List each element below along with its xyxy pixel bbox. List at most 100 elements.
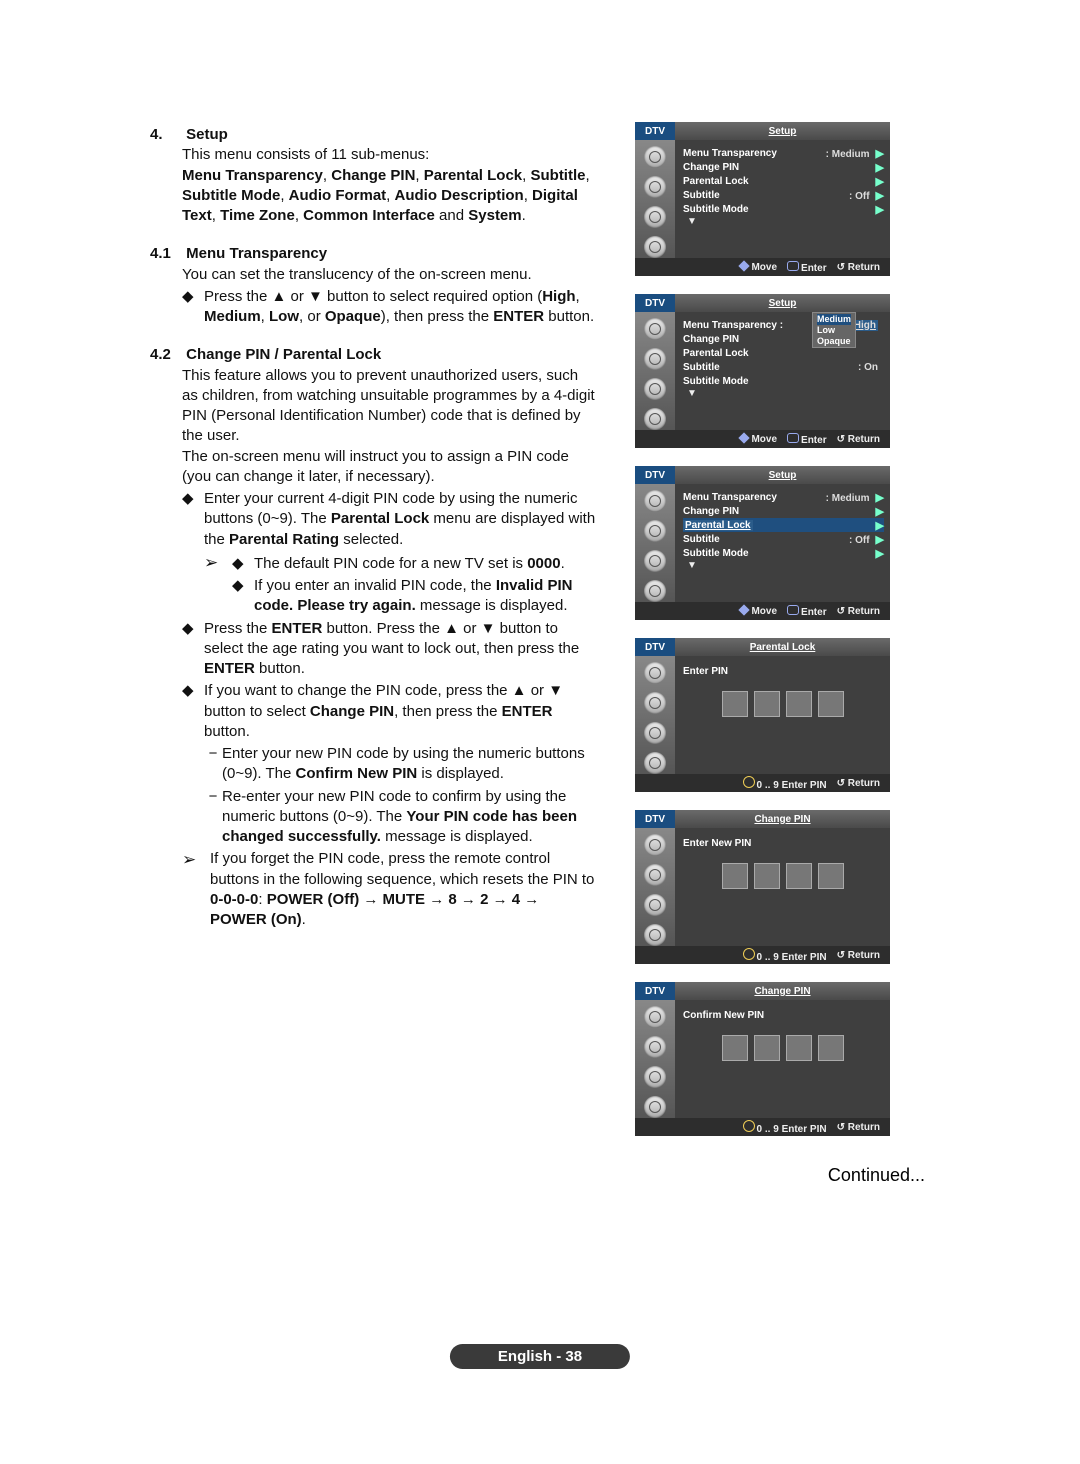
osd-setup-1: DTVSetup Menu Transparency: Medium▶ Chan… [635, 122, 890, 276]
pointer-icon: ➢ [182, 849, 210, 930]
sec4-intro: This menu consists of 11 sub-menus: [182, 146, 429, 163]
osd-icon [644, 550, 666, 572]
osd-icon [644, 894, 666, 916]
osd-icon [644, 834, 666, 856]
b: ENTER [502, 703, 553, 720]
enter-icon [787, 261, 799, 271]
osd-icon-col [635, 140, 675, 258]
move-icon [739, 604, 750, 615]
m4: Subtitle [530, 167, 585, 184]
osd-icon [644, 408, 666, 430]
dash-icon: − [204, 744, 222, 785]
b: ENTER [272, 620, 323, 637]
osd-icon [644, 490, 666, 512]
move-icon [739, 260, 750, 271]
h: 0 .. 9 [757, 952, 779, 963]
dash-icon: − [204, 787, 222, 848]
b: Change PIN [310, 703, 394, 720]
and: and [435, 207, 468, 224]
row-sm: Subtitle Mode [683, 204, 749, 215]
chevron-right-icon: ▶ [876, 492, 884, 504]
osd-icon [644, 1066, 666, 1088]
osd-icon [644, 722, 666, 744]
m5: Subtitle Mode [182, 187, 280, 204]
row-pl: Parental Lock [683, 520, 753, 531]
dd-medium: Medium [817, 314, 851, 325]
row-pl: Parental Lock [683, 176, 749, 187]
h: Return [848, 950, 880, 961]
pin-digit [786, 1035, 812, 1061]
continued-label: Continued... [828, 1165, 925, 1186]
t: Press the ▲ or ▼ button to select requir… [204, 288, 542, 305]
t: , then press the [394, 703, 502, 720]
m3: Parental Lock [424, 167, 522, 184]
m6: Audio Format [289, 187, 387, 204]
row-sub: Subtitle [683, 362, 720, 373]
pin-digit [722, 1035, 748, 1061]
b: ENTER [493, 308, 544, 325]
sec4-title: Setup [186, 126, 228, 143]
osd-icon [644, 1006, 666, 1028]
pointer-icon: ➢ [204, 552, 232, 617]
row-sm: Subtitle Mode [683, 376, 749, 387]
s42-b3: If you want to change the PIN code, pres… [204, 681, 598, 847]
b: Low [269, 308, 299, 325]
t: ), then press the [381, 308, 494, 325]
row-mt: Menu Transparency : [683, 320, 783, 331]
t: button. [255, 660, 305, 677]
pin-digit [722, 863, 748, 889]
s41-num: 4.1 [150, 244, 182, 264]
dtv-tab: DTV [635, 982, 675, 1000]
page-footer: English - 38 [450, 1344, 630, 1369]
osd-icon [644, 520, 666, 542]
b: MUTE [383, 891, 426, 908]
dd-opaque: Opaque [817, 336, 851, 347]
b: Parental Rating [229, 531, 339, 548]
s42-title: Change PIN / Parental Lock [186, 346, 381, 363]
row-cp: Change PIN [683, 162, 739, 173]
val: : Off [849, 191, 870, 202]
enter-icon [787, 605, 799, 615]
t: The default PIN code for a new TV set is [254, 555, 527, 572]
pin-digit [722, 691, 748, 717]
osd-title: Change PIN [675, 810, 890, 828]
pin-digit [754, 863, 780, 889]
h: Enter [801, 607, 827, 618]
b: Parental Lock [331, 510, 429, 527]
body-text: 4. Setup This menu consists of 11 sub-me… [150, 125, 598, 930]
s41-l1: You can set the translucency of the on-s… [182, 265, 598, 285]
t: . [302, 911, 306, 928]
ar: → [520, 891, 539, 908]
b: 4 [512, 891, 520, 908]
b: Opaque [325, 308, 381, 325]
osd-icon [644, 752, 666, 774]
more-down-icon: ▼ [683, 560, 884, 571]
chevron-right-icon: ▶ [876, 547, 884, 560]
row-cp: Change PIN [683, 334, 739, 345]
chevron-right-icon: ▶ [876, 519, 884, 532]
h: Enter [801, 263, 827, 274]
dtv-tab: DTV [635, 810, 675, 828]
s42-num: 4.2 [150, 345, 182, 365]
s42-p2: The on-screen menu will instruct you to … [182, 447, 598, 488]
osd-icon [644, 176, 666, 198]
pin-digit [818, 691, 844, 717]
m9: Time Zone [220, 207, 295, 224]
ar: → [425, 891, 448, 908]
enter-icon [787, 433, 799, 443]
manual-page: 4. Setup This menu consists of 11 sub-me… [0, 0, 1080, 1464]
dtv-tab: DTV [635, 466, 675, 484]
sep: , [323, 167, 331, 184]
transparency-dropdown: Medium Low Opaque [812, 312, 856, 348]
diamond-icon: ◆ [182, 489, 204, 617]
osd-icon [644, 580, 666, 602]
h: Move [751, 434, 777, 445]
osd-setup-dropdown: DTVSetup Menu Transparency :High Change … [635, 294, 890, 448]
b: ENTER [204, 660, 255, 677]
s42-p1: This feature allows you to prevent unaut… [182, 366, 598, 447]
osd-column: DTVSetup Menu Transparency: Medium▶ Chan… [635, 122, 915, 1154]
diamond-icon: ◆ [232, 554, 254, 574]
m11: System [468, 207, 521, 224]
diamond-icon: ◆ [182, 619, 204, 680]
diamond-icon: ◆ [232, 576, 254, 617]
